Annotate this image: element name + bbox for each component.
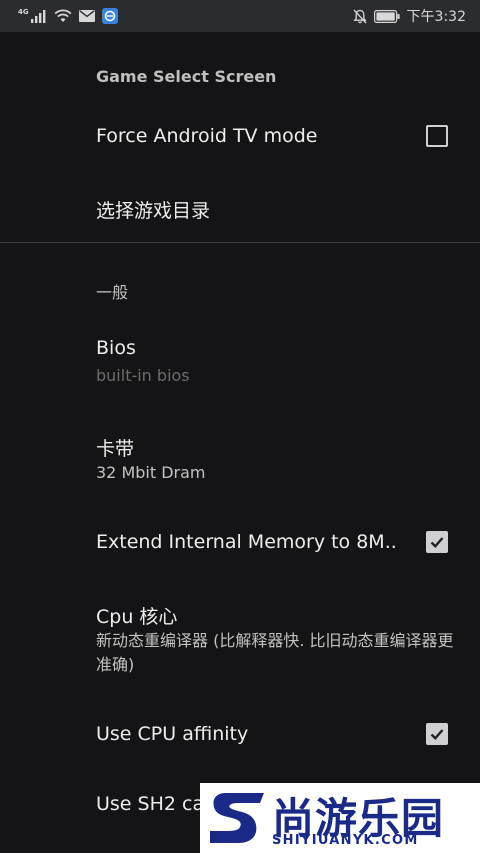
signal-strength-icon — [30, 9, 47, 23]
wifi-icon — [54, 9, 72, 23]
pref-summary: 新动态重编译器 (比解释器快. 比旧动态重编译器更准确) — [96, 631, 454, 674]
cpu-affinity-checkbox[interactable] — [426, 723, 448, 745]
pref-force-android-tv-mode[interactable]: Force Android TV mode — [0, 104, 480, 168]
pref-cpu-core[interactable]: Cpu 核心 新动态重编译器 (比解释器快. 比旧动态重编译器更准确) — [0, 587, 480, 697]
section-divider — [0, 242, 480, 243]
watermark-logo-icon — [210, 793, 264, 843]
pref-title: 选择游戏目录 — [96, 200, 211, 222]
pref-summary: 32 Mbit Dram — [96, 463, 206, 482]
status-bar-left: 4G — [18, 8, 118, 24]
site-watermark: 尚游乐园 SHIYIUANYK.COM — [200, 783, 480, 853]
network-type-label: 4G — [18, 8, 29, 16]
pref-title: Use SH2 ca — [96, 793, 205, 815]
pref-title: Use CPU affinity — [96, 723, 249, 745]
extend-memory-checkbox[interactable] — [426, 531, 448, 553]
pref-select-game-directory[interactable]: 选择游戏目录 — [0, 172, 480, 240]
settings-list[interactable]: Game Select Screen Force Android TV mode… — [0, 32, 480, 853]
pref-bios[interactable]: Bios built-in bios — [0, 322, 480, 402]
section-header-general: 一般 — [96, 283, 129, 302]
pref-extend-internal-memory[interactable]: Extend Internal Memory to 8M.. — [0, 512, 480, 572]
force-tv-mode-checkbox[interactable] — [426, 125, 448, 147]
pref-title: 卡带 — [96, 438, 135, 460]
mail-icon — [78, 10, 95, 22]
checkmark-icon — [430, 729, 444, 740]
pref-title: Cpu 核心 — [96, 606, 178, 628]
pref-summary: built-in bios — [96, 366, 190, 385]
pref-title: Extend Internal Memory to 8M.. — [96, 531, 397, 553]
status-bar-right: 下午3:32 — [352, 6, 466, 26]
checkmark-icon — [430, 537, 444, 548]
pref-title: Bios — [96, 337, 136, 359]
section-header-game-select: Game Select Screen — [96, 67, 277, 86]
pref-title: Force Android TV mode — [96, 125, 318, 147]
watermark-subtext: SHIYIUANYK.COM — [272, 833, 419, 848]
status-time: 下午3:32 — [406, 9, 466, 25]
pref-cartridge[interactable]: 卡带 32 Mbit Dram — [0, 419, 480, 499]
pref-use-cpu-affinity[interactable]: Use CPU affinity — [0, 707, 480, 767]
app-notification-icon — [101, 8, 118, 24]
status-bar: 4G 下午3:32 — [0, 0, 480, 32]
battery-icon — [373, 9, 400, 23]
notifications-muted-icon — [352, 9, 367, 24]
